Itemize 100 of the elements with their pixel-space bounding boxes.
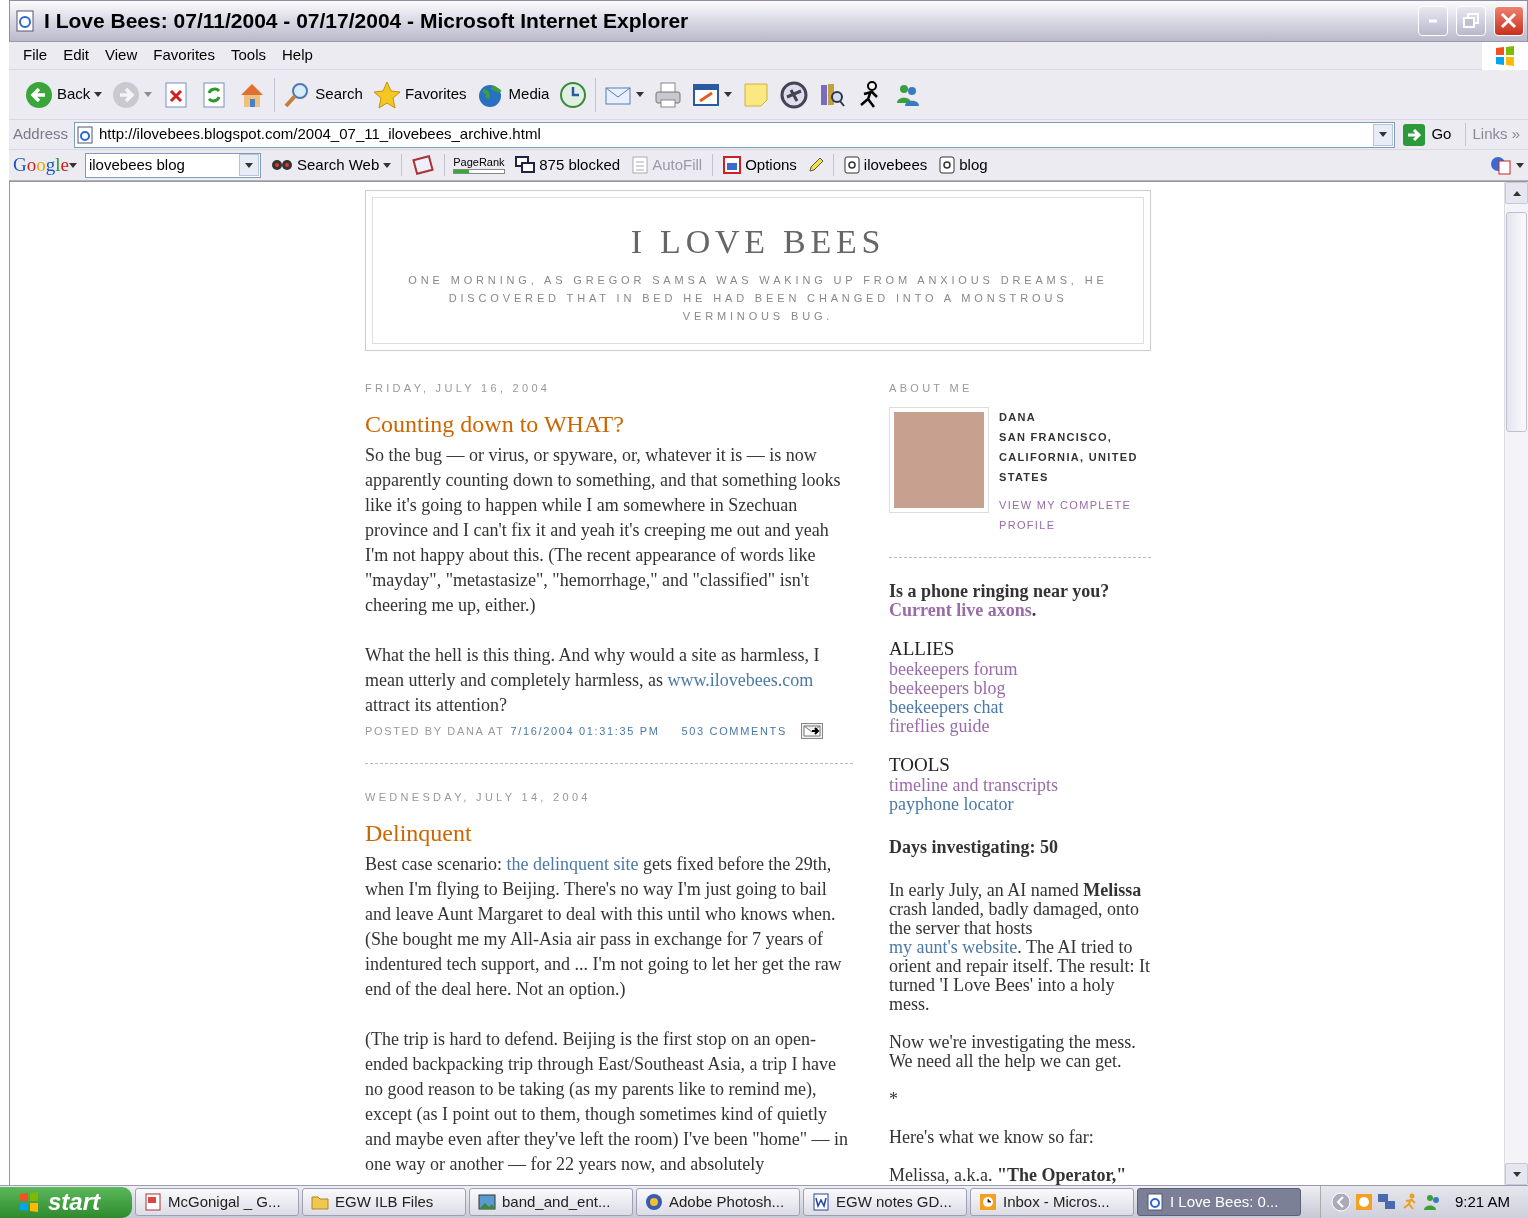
toolbar-button[interactable]: Search — [279, 77, 367, 112]
toolbar-button[interactable]: Favorites — [368, 77, 471, 112]
taskbar-button[interactable]: I Love Bees: 0... — [1137, 1188, 1301, 1216]
caret-icon[interactable] — [1512, 1171, 1521, 1177]
blog-description: ONE MORNING, AS GREGOR SAMSA WAS WAKING UP FROM ANXIOUS DREAMS, HE DISCOVERED THAT IN BED HE HAD BEEN CHANGED INTO A MONSTROUS VERMINOUS BUG. — [407, 272, 1109, 324]
paragraph: Now we're investigating the mess. We need all the help we can get. — [889, 1032, 1137, 1071]
email-post-icon[interactable] — [800, 723, 823, 740]
folder-icon — [311, 1193, 329, 1211]
paragraph: Here's what we know so far: — [889, 1127, 1095, 1147]
taskbar-button[interactable]: band_and_ent... — [469, 1188, 633, 1216]
paragraph: What the hell is this thing. And why would a site as harmless, I mean utterly and completely harmless, as www.ilovebees.com attract its attention? — [365, 643, 821, 717]
section-heading: ALLIES — [889, 637, 956, 660]
paragraph: Best case scenario: the delinquent site gets fixed before the 29th, when I'm flying to Beijing. There's no way I'm just going to bail and leave Aunt Margaret to deal with this until who knows when. (She bought me my All-Asia air pass in exchange for 7 years of indentured tech support, and ... I'm not going to let her get the raw end of the deal here. Not an option.) — [365, 853, 843, 1002]
taskbar-button[interactable]: EGW ILB Files — [302, 1188, 466, 1216]
menu-item[interactable]: Help — [274, 44, 321, 67]
minimize-icon — [1428, 19, 1438, 23]
document-icon — [144, 1193, 162, 1211]
popup-blocker-button[interactable]: 875 blocked — [513, 153, 623, 177]
back-button[interactable]: Back — [21, 77, 107, 112]
caret-icon[interactable] — [244, 162, 253, 168]
window-title: I Love Bees: 07/11/2004 - 07/17/2004 - Microsoft Internet Explorer — [44, 8, 690, 35]
page-icon — [77, 125, 96, 144]
pagerank-meter — [453, 169, 506, 174]
menu-item[interactable]: File — [15, 44, 56, 67]
taskbar-button[interactable]: EGW notes GD... — [803, 1188, 967, 1216]
binoculars-icon — [270, 159, 293, 171]
text-link[interactable]: my aunt's website — [889, 936, 1018, 957]
scrollbar-thumb[interactable] — [1506, 212, 1527, 432]
sidebar-link[interactable]: timeline and transcripts — [889, 775, 1151, 795]
address-field[interactable]: http://ilovebees.blogspot.com/2004_07_11_ilovebees_archive.html — [74, 121, 1396, 148]
paragraph: (The trip is hard to defend. Beijing is the first stop on an open-ended backpacking trip through East/Southeast Asia, a trip I have no good reason to be taking (as my parents like to remind me), except (as I point out to them, though sometimes kind of quietly and maybe even after they've left the room) I've been "home" — in one way or another — for 22 years now, and absolutely — [365, 1028, 849, 1177]
sidebar-link[interactable]: beekeepers forum — [889, 659, 1151, 679]
word-document-icon — [812, 1193, 830, 1211]
search-page-icon — [939, 156, 956, 174]
caret-icon[interactable] — [1516, 162, 1524, 168]
post-date: FRIDAY, JULY 16, 2004 — [365, 380, 552, 395]
profile-name: DANA — [999, 409, 1038, 425]
browser-page-icon — [1146, 1193, 1164, 1211]
sidebar-link[interactable]: fireflies guide — [889, 716, 1151, 736]
search-field[interactable]: ilovebees blog — [84, 152, 261, 178]
text-link[interactable]: www.ilovebees.com — [667, 669, 814, 690]
post-title[interactable]: Delinquent — [365, 818, 853, 849]
restore-icon — [1461, 11, 1481, 31]
paragraph: * — [889, 1089, 899, 1109]
printer-icon — [654, 80, 683, 109]
taskbar-button[interactable]: McGonigal _ G... — [135, 1188, 299, 1216]
highlighter-icon[interactable] — [806, 156, 825, 174]
scrollbar[interactable] — [1504, 182, 1528, 1185]
comments-link[interactable]: 503 COMMENTS — [681, 722, 787, 740]
caret-icon[interactable] — [1512, 190, 1521, 196]
paragraph: In early July, an AI named Melissa crash landed, badly damaged, onto the server that hosts my aunt's website. The AI tried to orient and repair itself. The result: It turned 'I Love Bees' into a holy mess. — [889, 880, 1151, 1014]
section-heading: ABOUT ME — [889, 380, 974, 395]
blog-title[interactable]: I LOVE BEES — [403, 222, 1113, 263]
options-icon — [723, 156, 742, 174]
bookmark-button[interactable]: blog — [937, 153, 990, 177]
text-link[interactable]: the delinquent site — [506, 854, 639, 875]
caret-icon[interactable] — [383, 162, 392, 168]
page-icon — [16, 10, 36, 32]
sidebar-link[interactable]: beekeepers blog — [889, 678, 1151, 698]
autofill-button: AutoFill — [630, 153, 705, 177]
sidebar-link[interactable]: beekeepers chat — [889, 697, 1151, 717]
phone-question: Is a phone ringing near you? — [889, 581, 1111, 601]
caret-icon[interactable] — [94, 92, 103, 97]
menu-item[interactable]: Edit — [55, 44, 98, 67]
address-label: Address — [13, 124, 69, 145]
menu-item[interactable]: View — [97, 44, 146, 67]
windows-icon — [515, 156, 536, 174]
windows-flag-icon — [1494, 44, 1516, 67]
options-button[interactable]: Options — [721, 153, 799, 177]
post-timestamp-link[interactable]: 7/16/2004 01:31:35 PM — [510, 722, 660, 740]
close-icon — [1499, 11, 1519, 31]
note-icon — [742, 80, 771, 109]
profile-location: SAN FRANCISCO, CALIFORNIA, UNITED STATES — [999, 429, 1139, 485]
bookmark-button[interactable]: ilovebees — [841, 153, 930, 177]
google-logo[interactable]: Google — [13, 150, 69, 180]
pagerank-label: PageRank — [453, 156, 506, 168]
caret-icon[interactable] — [636, 92, 645, 97]
caret-icon[interactable] — [68, 162, 77, 168]
posted-by-text: POSTED BY DANA AT — [365, 723, 505, 739]
windows-flag-icon — [18, 1191, 40, 1213]
menu-item[interactable]: Favorites — [145, 44, 223, 67]
people-icon[interactable] — [1422, 1193, 1441, 1211]
section-heading: TOOLS — [889, 753, 951, 776]
sidebar-link[interactable]: payphone locator — [889, 794, 1151, 814]
toolbar-button[interactable]: Media — [472, 77, 554, 112]
pdf-icon[interactable] — [1490, 155, 1512, 175]
profile-link[interactable]: VIEW MY COMPLETE PROFILE — [999, 494, 1151, 535]
menu-item[interactable]: Tools — [222, 44, 274, 67]
caret-icon[interactable] — [1379, 132, 1388, 137]
search-web-button[interactable]: Search Web — [268, 153, 394, 177]
go-button[interactable]: Go — [1401, 123, 1467, 146]
post-date: WEDNESDAY, JULY 14, 2004 — [365, 790, 592, 805]
taskbar-button[interactable]: Adobe Photosh... — [636, 1188, 800, 1216]
taskbar-button[interactable]: Inbox - Micros... — [970, 1188, 1134, 1216]
star-icon — [372, 80, 401, 109]
form-icon — [632, 156, 649, 174]
network-icon[interactable] — [1376, 1193, 1397, 1211]
post-title[interactable]: Counting down to WHAT? — [365, 408, 853, 439]
close-button[interactable] — [1494, 6, 1524, 36]
caret-icon[interactable] — [724, 92, 733, 97]
